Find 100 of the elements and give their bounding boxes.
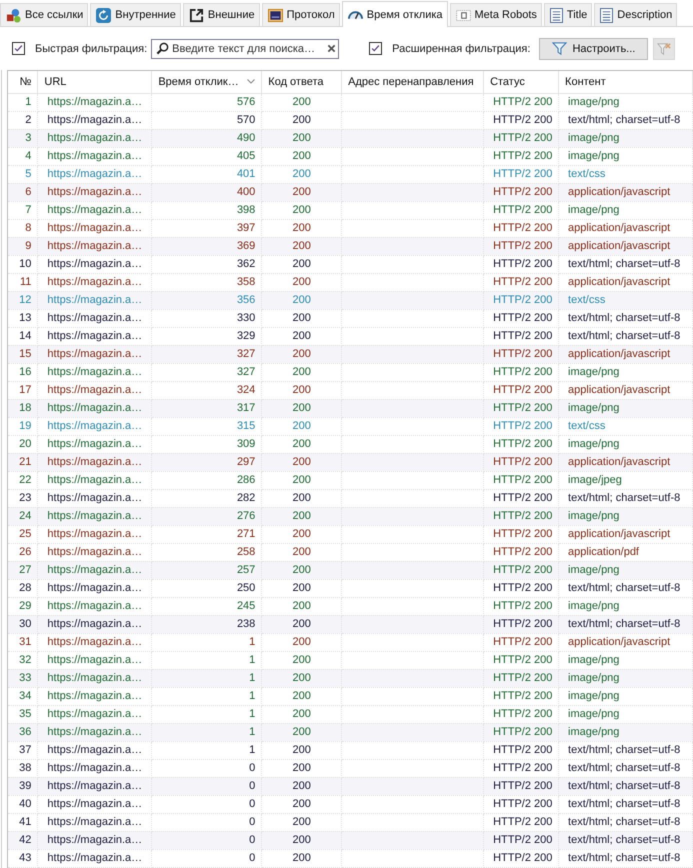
row-number: 30 [8,615,38,633]
url-cell: https://magazin.a… [38,399,152,417]
url-cell: https://magazin.a… [38,201,152,219]
column-header[interactable]: Статус [484,71,559,93]
row-number: 36 [8,723,38,741]
content-type-cell: text/html; charset=utf-8 [558,579,692,597]
response-time-cell: 257 [152,561,262,579]
url-cell: https://magazin.a… [38,579,152,597]
content-type-cell: image/png [558,147,692,165]
response-time-cell: 330 [152,309,262,327]
status-code-cell: 200 [262,579,342,597]
response-time-cell: 0 [152,849,262,867]
tab[interactable]: Meta Robots [450,3,542,26]
status-cell: HTTP/2 200 [484,849,559,867]
content-type-cell: image/png [558,723,692,741]
status-cell: HTTP/2 200 [484,633,559,651]
url-cell: https://magazin.a… [38,795,152,813]
response-time-cell: 315 [152,417,262,435]
status-code-cell: 200 [262,201,342,219]
column-header[interactable]: Время отклик… [152,71,262,93]
content-type-cell: application/javascript [558,633,692,651]
response-time-cell: 0 [152,795,262,813]
content-type-cell: text/html; charset=utf-8 [558,741,692,759]
configure-button[interactable]: Настроить... [539,38,648,60]
content-type-cell: image/png [558,669,692,687]
response-time-cell: 405 [152,147,262,165]
content-type-cell: image/png [558,363,692,381]
response-time-cell: 0 [152,831,262,849]
url-cell: https://magazin.a… [38,255,152,273]
status-cell: HTTP/2 200 [484,255,559,273]
status-cell: HTTP/2 200 [484,147,559,165]
row-number: 16 [8,363,38,381]
gauge-icon [348,10,363,20]
tab[interactable]: Протокол [262,3,340,26]
column-header[interactable]: Код ответа [262,71,342,93]
status-code-cell: 200 [262,363,342,381]
content-type-cell: image/png [558,129,692,147]
column-header[interactable]: № [8,71,38,93]
status-cell: HTTP/2 200 [484,345,559,363]
tab[interactable]: Description [594,3,678,26]
status-code-cell: 200 [262,525,342,543]
row-number: 40 [8,795,38,813]
response-time-cell: 400 [152,183,262,201]
status-code-cell: 200 [262,183,342,201]
content-type-cell: application/javascript [558,453,692,471]
content-type-cell: text/html; charset=utf-8 [558,615,692,633]
sort-caret-icon [247,79,256,84]
row-number: 6 [8,183,38,201]
status-cell: HTTP/2 200 [484,795,559,813]
content-type-cell: text/html; charset=utf-8 [558,795,692,813]
content-type-cell: application/javascript [558,183,692,201]
content-type-cell: text/html; charset=utf-8 [558,777,692,795]
content-type-cell: image/jpeg [558,471,692,489]
row-number: 19 [8,417,38,435]
status-code-cell: 200 [262,147,342,165]
content-type-cell: text/css [558,291,692,309]
search-field[interactable]: Введите текст для поиска… [151,38,340,58]
row-number: 27 [8,561,38,579]
status-cell: HTTP/2 200 [484,723,559,741]
column-header[interactable]: URL [38,71,152,93]
status-code-cell: 200 [262,417,342,435]
response-time-cell: 1 [152,687,262,705]
tab[interactable]: Все ссылки [0,3,88,26]
checkbox[interactable] [369,42,382,55]
close-icon[interactable] [327,44,336,53]
circular-arrow-tile-icon [96,8,112,22]
status-code-cell: 200 [262,849,342,867]
status-cell: HTTP/2 200 [484,363,559,381]
url-cell: https://magazin.a… [38,849,152,867]
row-number: 15 [8,345,38,363]
framed-screen-icon [268,8,283,22]
status-cell: HTTP/2 200 [484,93,559,111]
row-number: 4 [8,147,38,165]
row-number: 13 [8,309,38,327]
checkbox[interactable] [12,42,25,55]
column-header[interactable]: Контент [558,71,692,93]
content-type-cell: image/png [558,687,692,705]
status-code-cell: 200 [262,93,342,111]
row-number: 1 [8,93,38,111]
status-cell: HTTP/2 200 [484,129,559,147]
filter-clear-icon [657,42,672,56]
tab[interactable]: Время отклика [342,1,448,27]
content-type-cell: application/javascript [558,525,692,543]
content-type-cell: application/javascript [558,237,692,255]
response-time-cell: 238 [152,615,262,633]
status-cell: HTTP/2 200 [484,741,559,759]
url-cell: https://magazin.a… [38,309,152,327]
tab[interactable]: Внешние [182,3,260,26]
status-cell: HTTP/2 200 [484,453,559,471]
tab[interactable]: Title [544,3,592,26]
url-cell: https://magazin.a… [38,633,152,651]
tab[interactable]: Внутренние [90,3,181,26]
row-number: 21 [8,453,38,471]
column-header[interactable]: Адрес перенаправления [342,71,484,93]
url-cell: https://magazin.a… [38,687,152,705]
content-type-cell: text/html; charset=utf-8 [558,831,692,849]
url-cell: https://magazin.a… [38,669,152,687]
url-cell: https://magazin.a… [38,291,152,309]
status-code-cell: 200 [262,471,342,489]
url-cell: https://magazin.a… [38,345,152,363]
